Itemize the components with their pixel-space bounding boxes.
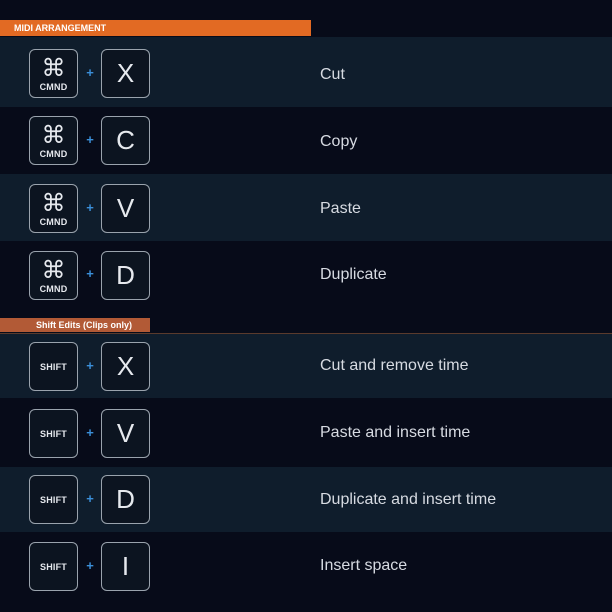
command-icon: ⌘ (41, 189, 66, 217)
modifier-label: SHIFT (40, 495, 67, 505)
modifier-label: SHIFT (40, 562, 67, 572)
letter-key: X (101, 49, 150, 98)
cmnd-key: ⌘ CMND (29, 251, 78, 300)
plus-sign: + (86, 491, 94, 506)
shortcut-action: Paste and insert time (320, 424, 471, 441)
shortcut-row-duplicate: ⌘ CMND + D Duplicate (0, 241, 612, 311)
shortcut-action: Duplicate and insert time (320, 491, 497, 508)
letter-key: D (101, 251, 150, 300)
modifier-label: SHIFT (40, 429, 67, 439)
shortcut-action: Copy (320, 133, 358, 150)
letter-key: V (101, 184, 150, 233)
cmnd-key: ⌘ CMND (29, 184, 78, 233)
shortcut-row-copy: ⌘ CMND + C Copy (0, 107, 612, 174)
shortcut-action: Cut and remove time (320, 357, 469, 374)
modifier-label: SHIFT (40, 362, 67, 372)
shift-key: SHIFT (29, 475, 78, 524)
letter-key: C (101, 116, 150, 165)
modifier-label: CMND (39, 149, 68, 159)
shortcut-action: Insert space (320, 557, 408, 574)
plus-sign: + (86, 65, 94, 80)
modifier-label: CMND (39, 284, 68, 294)
letter-key: D (101, 475, 150, 524)
shift-key: SHIFT (29, 409, 78, 458)
plus-sign: + (86, 132, 94, 147)
plus-sign: + (86, 200, 94, 215)
command-icon: ⌘ (41, 54, 66, 82)
cmnd-key: ⌘ CMND (29, 49, 78, 98)
shortcut-action: Cut (320, 66, 345, 83)
shortcut-row-duplicate-insert-time: SHIFT + D Duplicate and insert time (0, 467, 612, 532)
shift-key: SHIFT (29, 542, 78, 591)
shortcut-row-paste: ⌘ CMND + V Paste (0, 174, 612, 241)
cmnd-key: ⌘ CMND (29, 116, 78, 165)
modifier-label: CMND (39, 217, 68, 227)
plus-sign: + (86, 358, 94, 373)
section-title: MIDI ARRANGEMENT (0, 20, 311, 36)
letter-key: I (101, 542, 150, 591)
plus-sign: + (86, 425, 94, 440)
section-header-shift-edits: Shift Edits (Clips only) (0, 318, 612, 334)
letter-key: V (101, 409, 150, 458)
shortcut-row-paste-insert-time: SHIFT + V Paste and insert time (0, 398, 612, 467)
command-icon: ⌘ (41, 256, 66, 284)
plus-sign: + (86, 266, 94, 281)
modifier-label: CMND (39, 82, 68, 92)
section-title: Shift Edits (Clips only) (0, 318, 150, 332)
plus-sign: + (86, 558, 94, 573)
shortcut-action: Paste (320, 200, 361, 217)
section-header-midi-arrangement: MIDI ARRANGEMENT (0, 20, 612, 38)
shortcut-row-cut-remove-time: SHIFT + X Cut and remove time (0, 334, 612, 398)
letter-key: X (101, 342, 150, 391)
shortcut-row-insert-space: SHIFT + I Insert space (0, 532, 612, 612)
shortcut-row-cut: ⌘ CMND + X Cut (0, 37, 612, 107)
shift-key: SHIFT (29, 342, 78, 391)
command-icon: ⌘ (41, 121, 66, 149)
shortcut-action: Duplicate (320, 266, 387, 283)
